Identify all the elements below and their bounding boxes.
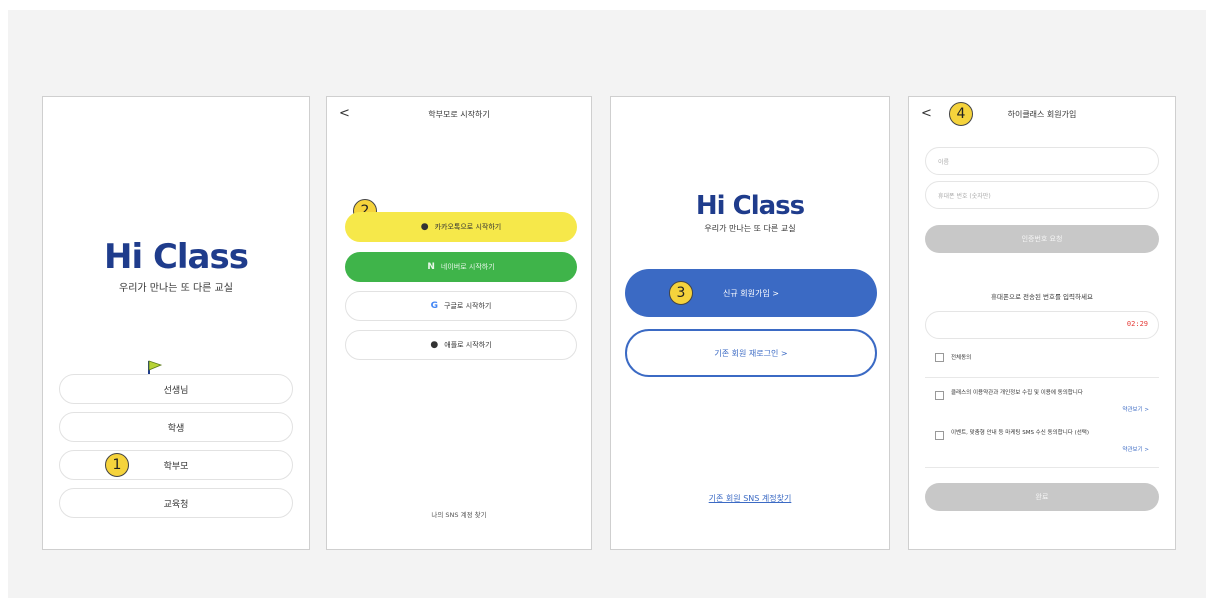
agree-all-checkbox[interactable] <box>935 353 944 362</box>
terms-label: 클래스의 이용약관과 개인정보 수집 및 이용에 동의합니다 <box>951 390 1083 396</box>
role-education-office-button[interactable]: 교육청 <box>59 488 293 518</box>
step-badge-4: 4 <box>949 102 973 126</box>
header-title: 학부모로 시작하기 <box>428 109 490 119</box>
name-field[interactable]: 이름 <box>925 147 1159 175</box>
view-marketing-terms-link[interactable]: 약관보기 > <box>1122 445 1149 453</box>
screen-signup-form: < 하이클래스 회원가입 4 이름 휴대폰 번호 (숫자만) 인증번호 요청 휴… <box>908 96 1176 550</box>
phone-field[interactable]: 휴대폰 번호 (숫자만) <box>925 181 1159 209</box>
step-badge-1: 1 <box>105 453 129 477</box>
request-code-button[interactable]: 인증번호 요청 <box>925 225 1159 253</box>
screen-social-login: < 학부모로 시작하기 2 ● 카카오톡으로 시작하기 N 네이버로 시작하기 … <box>326 96 592 550</box>
naver-login-button[interactable]: N 네이버로 시작하기 <box>345 252 577 282</box>
header: < 학부모로 시작하기 <box>327 97 591 131</box>
kakao-icon: ● <box>420 222 429 232</box>
apple-label: 애플로 시작하기 <box>444 341 492 349</box>
screen-signup-choice: Hi Class 우리가 만나는 또 다른 교실 신규 회원가입 > 3 기존 … <box>610 96 890 550</box>
logo-tagline: 우리가 만나는 또 다른 교실 <box>119 283 233 294</box>
divider <box>925 467 1159 468</box>
find-sns-account-link[interactable]: 나의 SNS 계정 찾기 <box>327 509 591 519</box>
code-field[interactable]: 02:29 <box>925 311 1159 339</box>
step-badge-3: 3 <box>669 281 693 305</box>
naver-icon: N <box>427 262 435 272</box>
back-icon[interactable]: < <box>921 106 932 121</box>
role-student-button[interactable]: 학생 <box>59 412 293 442</box>
google-label: 구글로 시작하기 <box>444 302 492 310</box>
logo-word: Hi Class <box>695 191 805 221</box>
google-login-button[interactable]: G 구글로 시작하기 <box>345 291 577 321</box>
view-terms-link[interactable]: 약관보기 > <box>1122 405 1149 413</box>
hiclass-logo: Hi Class 우리가 만나는 또 다른 교실 <box>43 237 309 385</box>
terms-checkbox[interactable] <box>935 391 944 400</box>
submit-button[interactable]: 완료 <box>925 483 1159 511</box>
divider <box>925 377 1159 378</box>
hiclass-logo: Hi Class 우리가 만나는 또 다른 교실 <box>611 191 889 291</box>
countdown-timer: 02:29 <box>1126 320 1148 328</box>
logo-word: Hi Class <box>104 237 249 277</box>
kakao-login-button[interactable]: ● 카카오톡으로 시작하기 <box>345 212 577 242</box>
find-sns-account-link[interactable]: 기존 회원 SNS 계정찾기 <box>611 493 889 504</box>
relogin-button[interactable]: 기존 회원 재로그인 > <box>625 329 877 377</box>
logo-tagline: 우리가 만나는 또 다른 교실 <box>704 224 796 233</box>
code-notice: 휴대폰으로 전송된 번호를 입력하세요 <box>991 293 1093 301</box>
apple-icon: ● <box>430 340 439 350</box>
marketing-label: 이벤트, 맞춤형 안내 등 마케팅 SMS 수신 동의합니다 (선택) <box>951 430 1090 436</box>
kakao-label: 카카오톡으로 시작하기 <box>434 223 502 231</box>
role-teacher-button[interactable]: 선생님 <box>59 374 293 404</box>
new-signup-button[interactable]: 신규 회원가입 > <box>625 269 877 317</box>
role-parent-button[interactable]: 학부모 <box>59 450 293 480</box>
canvas: Hi Class 우리가 만나는 또 다른 교실 선생님 학생 학부모 교육청 … <box>8 10 1206 598</box>
google-icon: G <box>430 301 439 311</box>
screen-role-select: Hi Class 우리가 만나는 또 다른 교실 선생님 학생 학부모 교육청 … <box>42 96 310 550</box>
naver-label: 네이버로 시작하기 <box>440 263 495 271</box>
back-icon[interactable]: < <box>339 106 350 121</box>
apple-login-button[interactable]: ● 애플로 시작하기 <box>345 330 577 360</box>
header-title: 하이클래스 회원가입 <box>1007 109 1077 119</box>
marketing-checkbox[interactable] <box>935 431 944 440</box>
agree-all-label: 전체동의 <box>951 355 972 361</box>
